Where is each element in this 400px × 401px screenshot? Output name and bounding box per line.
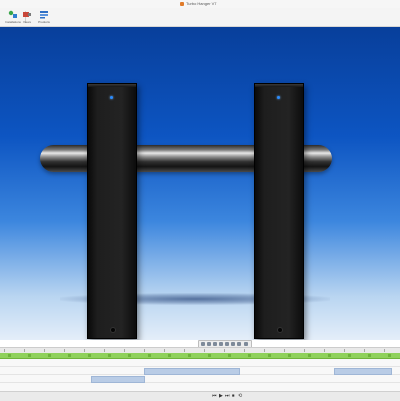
loop-button[interactable]: ⟲ [238,394,242,399]
right-bracket-plate[interactable] [254,83,304,339]
mounting-screw [277,327,283,333]
timeline-clip[interactable] [144,368,240,375]
timeline-tick [284,349,285,352]
window-title: Turbo Hanger V7 [186,1,217,6]
timeline-track[interactable] [0,359,400,367]
timeline-frame-marker [208,354,211,357]
fit-icon[interactable] [225,342,229,346]
products-icon [40,11,48,19]
timeline-frame-marker [8,354,11,357]
plate-top-cap [88,84,136,87]
timeline-tick [44,349,45,352]
timeline-clip[interactable] [334,368,392,375]
timeline-clip[interactable] [91,376,145,383]
skip-back-button[interactable]: ⏮ [212,394,217,399]
document-icon [180,2,184,6]
timeline-tick [264,349,265,352]
timeline-track[interactable] [0,375,400,383]
timeline-frame-marker [248,354,251,357]
timeline-frame-marker [308,354,311,357]
timeline-tick [384,349,385,352]
section-icon[interactable] [231,342,235,346]
timeline-frame-marker [108,354,111,357]
timeline-tick [244,349,245,352]
timeline-frame-marker [88,354,91,357]
zoom-icon[interactable] [213,342,217,346]
timeline-frame-marker [388,354,391,357]
camera-views-icon [23,12,31,17]
left-bracket-plate[interactable] [87,83,137,339]
stop-button[interactable]: ⏹ [232,394,235,399]
timeline-tick [324,349,325,352]
timeline-tick [84,349,85,352]
render-icon[interactable] [237,342,241,346]
products-button[interactable]: Products [33,10,55,25]
timeline-frame-marker [148,354,151,357]
timeline-tick [64,349,65,352]
skip-forward-button[interactable]: ⏭ [225,394,230,399]
play-button[interactable]: ▶ [219,394,223,399]
timeline-frame-marker [368,354,371,357]
timeline-tick [4,349,5,352]
timeline-frame-marker [228,354,231,357]
timeline-track[interactable] [0,367,400,375]
timeline-tick [24,349,25,352]
3d-viewport[interactable] [0,27,400,340]
main-toolbar: Installations Views Products [0,8,400,27]
timeline-tick [164,349,165,352]
timeline-frame-marker [28,354,31,357]
products-label: Products [38,20,50,24]
indicator-light [110,96,113,99]
timeline-tick [344,349,345,352]
pan-icon[interactable] [207,342,211,346]
select-icon[interactable] [201,342,205,346]
mounting-screw [110,327,116,333]
timeline-tick [104,349,105,352]
timeline-frame-marker [328,354,331,357]
rotate-icon[interactable] [219,342,223,346]
timeline-tick [224,349,225,352]
timeline-frame-marker [48,354,51,357]
indicator-light [277,96,280,99]
timeline-tick [184,349,185,352]
timeline-tick [124,349,125,352]
timeline-frame-marker [68,354,71,357]
settings-icon[interactable] [244,342,248,346]
timeline-frame-marker [128,354,131,357]
timeline-frame-marker [268,354,271,357]
timeline-tick [204,349,205,352]
timeline-frame-marker [188,354,191,357]
timeline-tick [304,349,305,352]
timeline-tick [364,349,365,352]
timeline-tick [144,349,145,352]
timeline-frame-marker [348,354,351,357]
plate-top-cap [255,84,303,87]
timeline-frame-marker [168,354,171,357]
animation-timeline[interactable] [0,347,400,392]
timeline-frame-marker [288,354,291,357]
